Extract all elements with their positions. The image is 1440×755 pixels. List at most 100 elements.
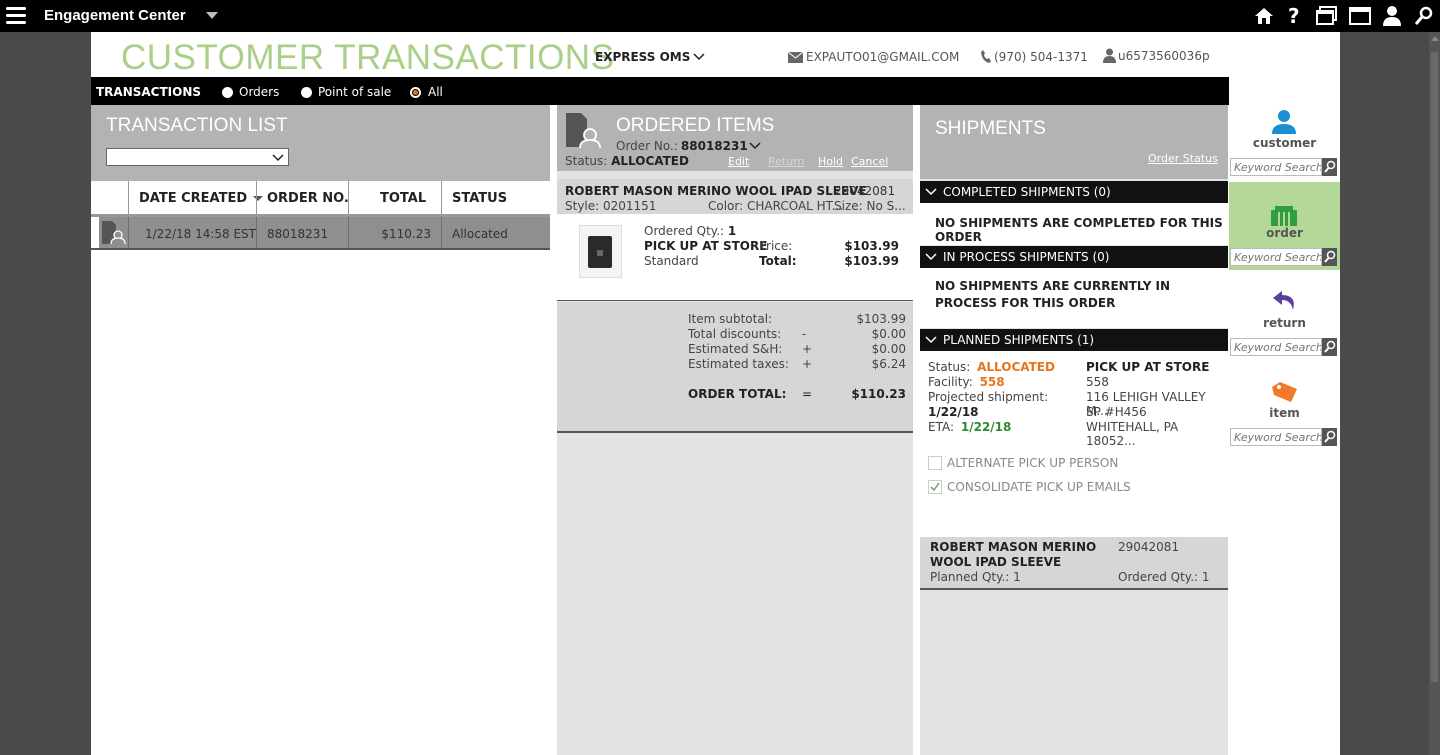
home-icon[interactable]	[1254, 6, 1274, 26]
order-bag-icon	[1271, 206, 1297, 226]
radio-orders[interactable]: Orders	[222, 85, 279, 99]
table-row[interactable]: 1/22/18 14:58 EST 88018231 $110.23 Alloc…	[91, 217, 550, 250]
column-status[interactable]: STATUS	[452, 191, 507, 206]
ship-status-label: Status:	[928, 360, 971, 374]
summary-value-3: $6.24	[871, 357, 906, 371]
planned-item-name-1: ROBERT MASON MERINO	[930, 540, 1097, 554]
row-order-no: 88018231	[267, 227, 329, 241]
user-icon[interactable]	[1382, 5, 1402, 27]
customer-search-box[interactable]	[1230, 158, 1337, 176]
ordered-qty-label: Ordered Qty.:	[644, 224, 725, 238]
in-process-shipments-header[interactable]: IN PROCESS SHIPMENTS (0)	[920, 246, 1228, 268]
app-title[interactable]: Engagement Center	[44, 7, 186, 24]
facility-label: Facility:	[928, 375, 973, 389]
radio-pos-label: Point of sale	[318, 85, 392, 99]
planned-ordered-qty: Ordered Qty.: 1	[1118, 570, 1210, 584]
address-line-1: 558	[1086, 375, 1109, 389]
sidebar-item-return[interactable]: return	[1229, 272, 1340, 332]
window-icon[interactable]	[1349, 6, 1371, 26]
item-header: ROBERT MASON MERINO WOOL IPAD SLEEVE 290…	[557, 179, 913, 214]
column-total[interactable]: TOTAL	[380, 191, 426, 206]
ship-status-value: ALLOCATED	[977, 360, 1055, 374]
item-color: Color: CHARCOAL HT...	[708, 199, 844, 213]
chevron-down-icon	[693, 53, 705, 61]
alt-pickup-checkbox[interactable]: ALTERNATE PICK UP PERSON	[928, 456, 1118, 470]
customer-email: EXPAUTO01@GMAIL.COM	[806, 50, 960, 64]
sort-desc-icon	[253, 196, 264, 201]
planned-item-sku: 29042081	[1118, 540, 1180, 554]
column-date-created[interactable]: DATE CREATED	[139, 191, 264, 206]
planned-shipments-header[interactable]: PLANNED SHIPMENTS (1)	[920, 329, 1228, 351]
windows-icon[interactable]	[1316, 6, 1338, 26]
projected-label: Projected shipment:	[928, 390, 1049, 404]
item-name[interactable]: ROBERT MASON MERINO WOOL IPAD SLEEVE	[565, 184, 867, 198]
consolidate-emails-checkbox[interactable]: CONSOLIDATE PICK UP EMAILS	[928, 480, 1131, 494]
planned-item-name-2: WOOL IPAD SLEEVE	[930, 555, 1062, 569]
ordered-items-title: ORDERED ITEMS	[616, 115, 775, 136]
envelope-icon	[788, 51, 803, 63]
summary-op-1: -	[802, 327, 807, 341]
fulfillment-type: PICK UP AT STORE	[644, 239, 768, 253]
item-search-box[interactable]	[1230, 428, 1337, 446]
transactions-filter-bar: TRANSACTIONS Orders Point of sale All	[91, 77, 1229, 105]
sidebar-item-customer[interactable]: customer	[1229, 77, 1340, 150]
price-tag-icon	[1272, 382, 1297, 402]
radio-point-of-sale[interactable]: Point of sale	[301, 85, 391, 99]
radio-all[interactable]: All	[410, 85, 443, 99]
return-link[interactable]: Return	[768, 155, 805, 168]
top-bar: Engagement Center ?	[0, 0, 1440, 32]
phone-icon	[981, 50, 991, 63]
facility-value: 558	[979, 375, 1005, 389]
row-date: 1/22/18 14:58 EST	[145, 227, 256, 241]
hold-link[interactable]: Hold	[818, 155, 843, 168]
search-icon[interactable]	[1322, 248, 1337, 266]
order-search-box[interactable]	[1230, 248, 1337, 266]
planned-shipments-label: PLANNED SHIPMENTS (1)	[943, 333, 1095, 347]
item-search-input[interactable]	[1230, 428, 1322, 446]
chevron-down-icon	[272, 154, 284, 162]
return-search-box[interactable]	[1230, 338, 1337, 356]
column-order-no[interactable]: ORDER NO.	[267, 191, 349, 206]
in-process-shipments-body: NO SHIPMENTS ARE CURRENTLY IN PROCESS FO…	[920, 268, 1228, 328]
planned-item[interactable]: ROBERT MASON MERINO WOOL IPAD SLEEVE 290…	[920, 537, 1228, 590]
edit-link[interactable]: Edit	[728, 155, 749, 168]
search-icon[interactable]	[1322, 158, 1337, 176]
search-icon[interactable]	[1414, 6, 1434, 26]
transaction-type-select[interactable]	[106, 148, 289, 166]
planned-shipment-body: Status: ALLOCATED Facility: 558 Projecte…	[920, 351, 1228, 537]
order-number-selector[interactable]: Order No.: 88018231	[616, 139, 762, 153]
alt-pickup-label: ALTERNATE PICK UP PERSON	[947, 456, 1119, 470]
sidebar-item-item[interactable]: item	[1229, 362, 1340, 422]
pickup-label: PICK UP AT STORE	[1086, 360, 1210, 374]
chevron-down-icon	[925, 336, 937, 344]
product-image[interactable]	[579, 225, 622, 278]
order-status-label: Status:	[565, 154, 608, 168]
radio-all-label: All	[428, 85, 443, 99]
sidebar-order-label: order	[1266, 226, 1303, 240]
completed-shipments-header[interactable]: COMPLETED SHIPMENTS (0)	[920, 181, 1228, 203]
hamburger-menu-icon[interactable]	[6, 7, 26, 25]
customer-search-input[interactable]	[1230, 158, 1322, 176]
search-icon[interactable]	[1322, 428, 1337, 446]
order-search-input[interactable]	[1230, 248, 1322, 266]
phone-info: (970) 504-1371	[980, 49, 1088, 64]
summary-value-1: $0.00	[871, 327, 906, 341]
scrollbar[interactable]	[1429, 32, 1440, 755]
help-icon[interactable]: ?	[1288, 4, 1300, 28]
chevron-down-icon[interactable]	[206, 12, 218, 19]
ordered-qty-value: 1	[727, 224, 737, 238]
summary-value-2: $0.00	[871, 342, 906, 356]
customer-id: u6573560036p	[1118, 48, 1210, 63]
item-style: Style: 0201151	[565, 199, 657, 213]
chevron-down-icon	[925, 188, 937, 196]
return-search-input[interactable]	[1230, 338, 1322, 356]
order-document-icon	[101, 221, 127, 245]
search-icon[interactable]	[1322, 338, 1337, 356]
order-status-link[interactable]: Order Status	[1148, 152, 1218, 165]
cancel-link[interactable]: Cancel	[851, 155, 888, 168]
store-name: EXPRESS OMS	[595, 50, 691, 64]
summary-label-2: Estimated S&H:	[688, 342, 783, 356]
return-arrow-icon	[1273, 291, 1294, 310]
order-document-icon	[565, 113, 603, 149]
store-selector[interactable]: EXPRESS OMS	[595, 50, 706, 64]
